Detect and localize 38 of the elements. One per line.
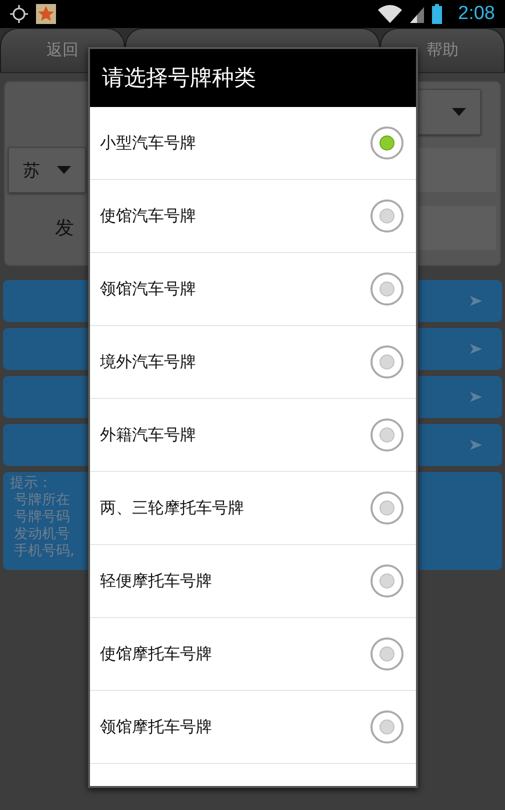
signal-icon: [410, 5, 424, 23]
engine-label: 发: [55, 216, 74, 241]
option-label[interactable]: 轻便摩托车号牌: [100, 570, 212, 592]
dialog-title: 请选择号牌种类: [90, 49, 416, 107]
radio-button[interactable]: [370, 345, 404, 379]
radio-button[interactable]: [370, 637, 404, 671]
option-label[interactable]: 境外汽车号牌: [100, 352, 196, 372]
star-icon: [36, 4, 56, 24]
radio-button[interactable]: [370, 418, 404, 452]
option-label[interactable]: 使馆汽车号牌: [100, 206, 196, 226]
tip-text: 手机号码,: [14, 543, 74, 560]
battery-icon: [432, 4, 442, 24]
option-label[interactable]: 两、三轮摩托车号牌: [100, 498, 244, 518]
crosshair-icon: [10, 5, 28, 23]
caret-icon: [57, 166, 71, 174]
tip-text: 发动机号: [14, 526, 70, 543]
option-label[interactable]: 领馆汽车号牌: [100, 278, 196, 300]
option-label[interactable]: 领馆摩托车号牌: [100, 716, 212, 738]
tip-text: 号牌所在: [14, 492, 70, 509]
arrow-icon: [470, 440, 482, 450]
arrow-icon: [470, 296, 482, 306]
radio-button[interactable]: [370, 491, 404, 525]
option-label[interactable]: 使馆摩托车号牌: [100, 644, 212, 664]
wifi-icon: [378, 5, 402, 23]
option-label[interactable]: 外籍汽车号牌: [100, 424, 196, 446]
radio-button[interactable]: [370, 710, 404, 744]
tip-text: 提示：: [10, 475, 52, 492]
radio-button[interactable]: [370, 272, 404, 306]
province-text: 苏: [23, 160, 40, 182]
option-label[interactable]: 小型汽车号牌: [100, 132, 196, 154]
radio-button[interactable]: [370, 564, 404, 598]
clock-time: 2:08: [458, 3, 495, 25]
arrow-icon: [470, 392, 482, 402]
caret-icon: [452, 108, 466, 116]
arrow-icon: [470, 344, 482, 354]
tip-text: 号牌号码: [14, 509, 70, 526]
radio-button[interactable]: [370, 199, 404, 233]
radio-button[interactable]: [370, 126, 404, 160]
